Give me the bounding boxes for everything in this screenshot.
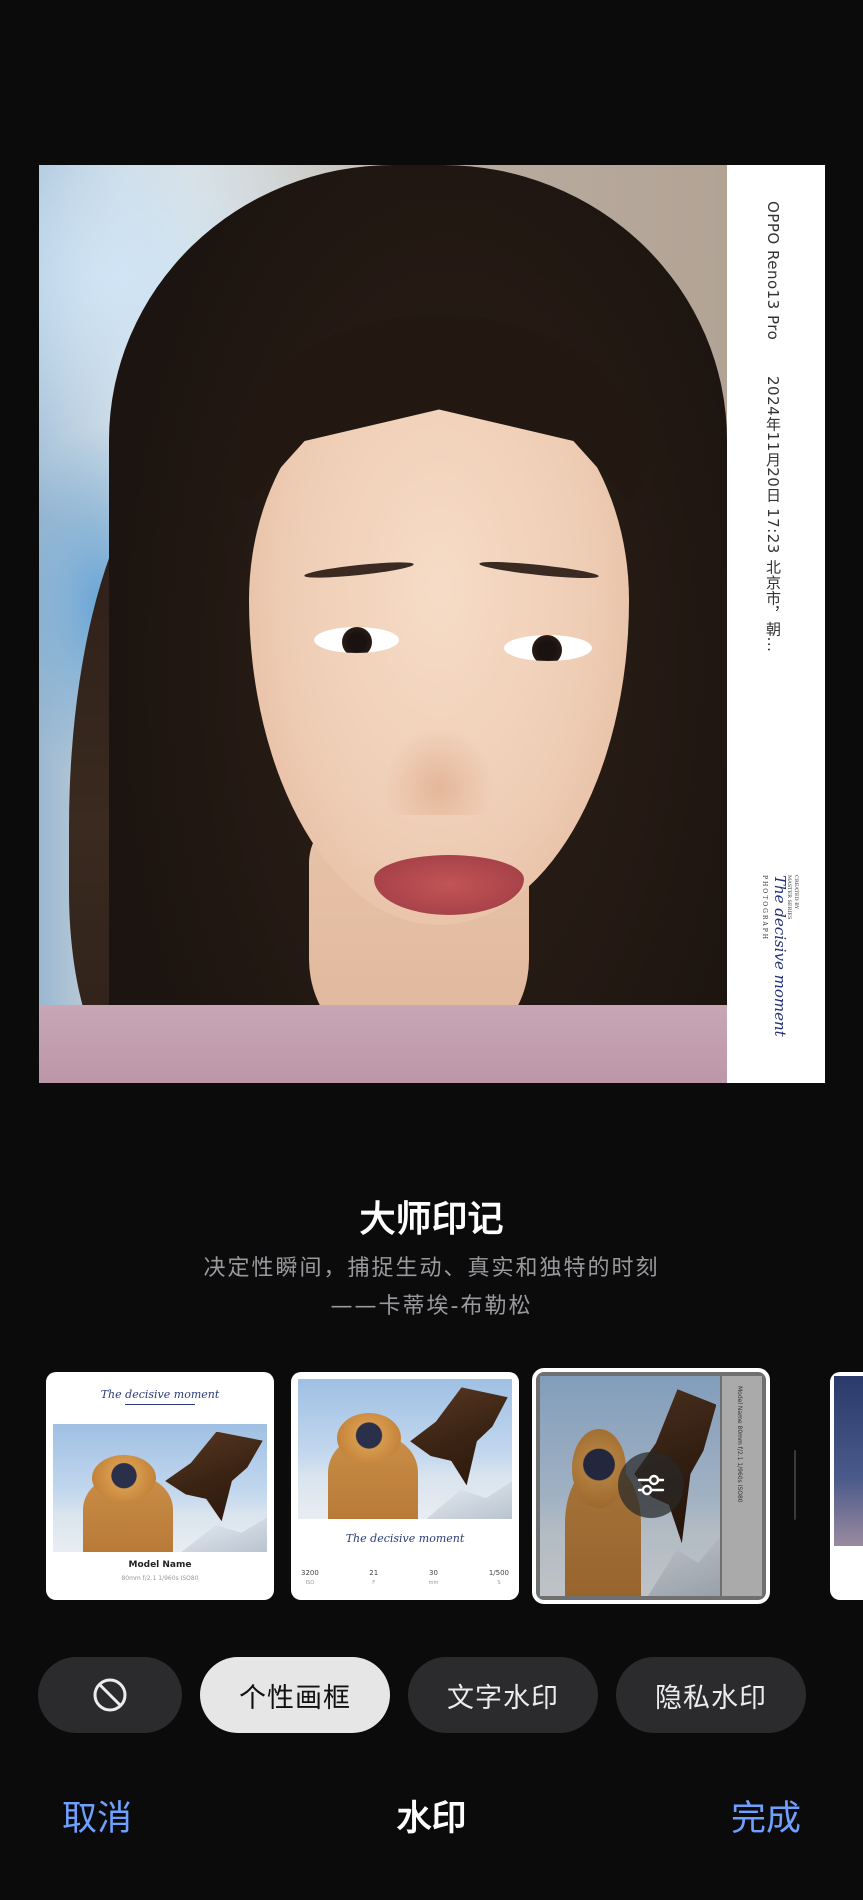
- thumb-photo: [298, 1379, 512, 1519]
- exif-focal: 30 mm: [428, 1569, 439, 1586]
- master-signature-logo: CREATED BY MASTER SERIES The decisive mo…: [761, 875, 799, 1038]
- watermark-info-text: OPPO Reno13 Pro 2024年11月20日 17:23 北京市，朝.…: [763, 201, 784, 652]
- thumb-logo: The decisive moment: [345, 1532, 465, 1545]
- thumb-side-strip: Model Name 80mm f/2.1 1/960s ISO80: [722, 1376, 762, 1596]
- thumb-exif-row: 3200 ISO 21 F 30 mm 1/500 S: [301, 1568, 509, 1588]
- quote-author: ——卡蒂埃-布勒松: [330, 1294, 533, 1319]
- adjust-settings-button[interactable]: [618, 1452, 684, 1518]
- tab-personal-frame[interactable]: 个性画框: [200, 1657, 390, 1733]
- done-button[interactable]: 完成: [731, 1790, 801, 1841]
- scroll-indicator: [794, 1450, 796, 1520]
- watermark-frame-strip: OPPO Reno13 Pro 2024年11月20日 17:23 北京市，朝.…: [727, 165, 825, 1083]
- exif-shutter: 1/500 S: [488, 1569, 509, 1586]
- thumb-logo: The decisive moment: [46, 1388, 274, 1405]
- exif-aperture: 21 F: [369, 1569, 379, 1586]
- frame-thumbnail-list: The decisive moment Model Name 80mm f/2.…: [0, 1368, 863, 1612]
- cancel-button[interactable]: 取消: [62, 1790, 132, 1841]
- tab-privacy-watermark[interactable]: 隐私水印: [616, 1657, 806, 1733]
- watermark-category-tabs: 个性画框 文字水印 隐私水印: [0, 1657, 863, 1735]
- quote-line-1: 决定性瞬间，捕捉生动、真实和独特的时刻: [203, 1256, 660, 1281]
- thumb-model-name: Model Name: [128, 1560, 192, 1570]
- datetime-location-text: 2024年11月20日 17:23 北京市，朝...: [764, 375, 782, 652]
- frame-option-2[interactable]: The decisive moment 3200 ISO 21 F 30 mm 1/5…: [291, 1372, 519, 1600]
- exif-iso: 3200 ISO: [301, 1569, 319, 1586]
- style-title: 大师印记: [359, 1199, 504, 1240]
- camera-model-text: OPPO Reno13 Pro: [764, 201, 782, 341]
- svg-text:The decisive moment: The decisive moment: [771, 875, 789, 1038]
- style-quote: 决定性瞬间，捕捉生动、真实和独特的时刻 ——卡蒂埃-布勒松: [0, 1250, 863, 1326]
- no-watermark-icon: [93, 1678, 127, 1712]
- no-watermark-button[interactable]: [38, 1657, 182, 1733]
- portrait-photo: [39, 165, 727, 1083]
- svg-text:PHOTOGRAPH: PHOTOGRAPH: [761, 875, 768, 941]
- tab-text-watermark[interactable]: 文字水印: [408, 1657, 598, 1733]
- sliders-icon: [637, 1474, 665, 1496]
- thumb-params: 80mm f/2.1 1/960s ISO80: [121, 1575, 199, 1582]
- svg-text:CREATED BY: CREATED BY: [793, 875, 799, 910]
- thumb-photo: [53, 1424, 267, 1552]
- bottom-action-bar: 水印 取消 完成: [0, 1790, 863, 1850]
- thumb-photo: [834, 1376, 863, 1546]
- watermark-preview: OPPO Reno13 Pro 2024年11月20日 17:23 北京市，朝.…: [39, 165, 825, 1083]
- frame-option-1[interactable]: The decisive moment Model Name 80mm f/2.…: [46, 1372, 274, 1600]
- frame-option-3-selected[interactable]: Model Name 80mm f/2.1 1/960s ISO80: [532, 1368, 770, 1604]
- frame-option-4[interactable]: [830, 1372, 863, 1600]
